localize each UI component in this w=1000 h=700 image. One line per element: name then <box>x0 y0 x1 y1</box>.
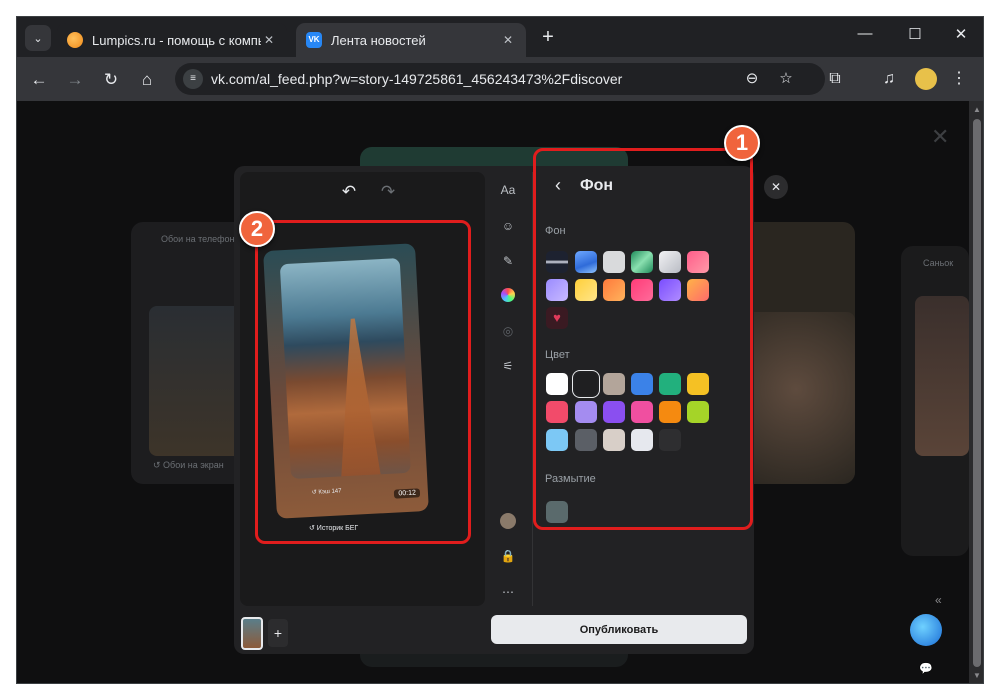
text-tool-icon[interactable]: Aa <box>498 180 518 200</box>
collapse-chevron-icon[interactable]: « <box>935 593 942 607</box>
card-author: Саньок <box>923 258 954 268</box>
tab-search-button[interactable]: ⌄ <box>25 25 51 51</box>
close-viewer-icon[interactable]: ✕ <box>931 124 949 150</box>
home-icon[interactable]: ⌂ <box>135 68 159 92</box>
chevron-down-icon: ⌄ <box>33 32 43 45</box>
publish-label: Опубликовать <box>579 623 659 636</box>
browser-window: ⌄ Lumpics.ru - помощь с компью ✕ VK Лент… <box>16 16 984 684</box>
close-icon[interactable]: ✕ <box>261 33 277 47</box>
adjustments-icon[interactable]: ⚟ <box>498 356 518 376</box>
browser-toolbar: ← → ↻ ⌂ ≡ vk.com/al_feed.php?w=story-149… <box>17 57 983 101</box>
page-viewport: Обои на телефон ↺ Обои на экран Саньок ✕… <box>17 101 969 683</box>
extensions-icon[interactable]: ⧉ <box>823 67 847 91</box>
chat-bubble-icon[interactable]: 💬 <box>919 662 933 675</box>
brush-icon[interactable]: ✎ <box>498 251 518 271</box>
card-photo <box>737 312 855 484</box>
callout-badge-1: 1 <box>724 125 760 161</box>
editor-bottom-bar: + Опубликовать <box>234 614 754 654</box>
media-controls-icon[interactable]: ♫ <box>877 67 901 91</box>
profile-avatar[interactable] <box>915 68 937 90</box>
orange-circle-icon <box>67 32 83 48</box>
page-thumbnail[interactable] <box>241 617 263 650</box>
bookmark-star-icon[interactable]: ☆ <box>775 68 797 90</box>
redo-icon[interactable]: ↷ <box>378 182 398 202</box>
vk-icon: VK <box>306 32 322 48</box>
more-icon[interactable]: ⋯ <box>498 582 518 602</box>
background-story-card: Саньок <box>901 246 969 556</box>
card-photo <box>915 296 969 456</box>
address-bar[interactable]: ≡ vk.com/al_feed.php?w=story-149725861_4… <box>175 63 825 95</box>
close-window-button[interactable]: ✕ <box>947 25 975 43</box>
forward-arrow-icon[interactable]: → <box>63 68 87 92</box>
undo-icon[interactable]: ↶ <box>339 182 359 202</box>
card-author: Обои на телефон <box>161 234 235 244</box>
author-avatar[interactable] <box>500 513 516 529</box>
close-icon[interactable]: ✕ <box>500 33 516 47</box>
tool-column: Aa ☺ ✎ ◎ ⚟ 🔒 ⋯ <box>488 166 528 606</box>
tab-title: Лента новостей <box>331 32 426 48</box>
back-arrow-icon[interactable]: ← <box>27 68 51 92</box>
reload-icon[interactable]: ↻ <box>99 68 123 92</box>
scroll-up-icon[interactable]: ▲ <box>971 105 983 114</box>
callout-box-1 <box>533 148 753 530</box>
menu-kebab-icon[interactable]: ⋮ <box>947 67 971 91</box>
tab-lumpics[interactable]: Lumpics.ru - помощь с компью ✕ <box>57 23 287 57</box>
minimize-button[interactable]: — <box>851 25 879 42</box>
callout-box-2 <box>255 220 471 544</box>
mask-icon[interactable]: ◎ <box>498 321 518 341</box>
assistant-button[interactable] <box>910 614 942 646</box>
card-caption: ↺ Обои на экран <box>153 460 224 470</box>
scroll-thumb[interactable] <box>973 119 981 667</box>
background-story-card <box>737 222 855 484</box>
lock-icon[interactable]: 🔒 <box>498 546 518 566</box>
tab-title: Lumpics.ru - помощь с компью <box>92 32 261 48</box>
add-page-button[interactable]: + <box>268 619 288 647</box>
tab-vk-feed[interactable]: VK Лента новостей ✕ <box>296 23 526 57</box>
close-editor-button[interactable]: ✕ <box>764 175 788 199</box>
url-text: vk.com/al_feed.php?w=story-149725861_456… <box>211 71 623 87</box>
callout-badge-2: 2 <box>239 211 275 247</box>
site-settings-icon[interactable]: ≡ <box>183 69 203 89</box>
tab-strip: ⌄ Lumpics.ru - помощь с компью ✕ VK Лент… <box>17 17 983 57</box>
publish-button[interactable]: Опубликовать <box>491 615 747 644</box>
new-tab-button[interactable]: + <box>538 26 558 49</box>
scroll-down-icon[interactable]: ▼ <box>971 671 983 680</box>
maximize-button[interactable]: ☐ <box>901 25 929 43</box>
page-scrollbar[interactable]: ▲ ▼ <box>969 101 983 683</box>
sticker-icon[interactable]: ☺ <box>498 216 518 236</box>
background-color-icon[interactable] <box>501 288 515 302</box>
zoom-icon[interactable]: ⊖ <box>741 68 763 90</box>
